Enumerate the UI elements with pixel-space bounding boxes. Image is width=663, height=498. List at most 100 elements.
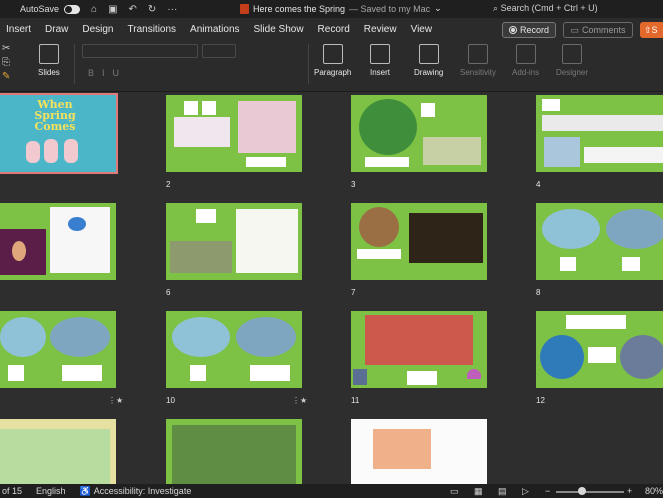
redo-icon[interactable]: ↻	[148, 4, 156, 15]
font-size-dropdown[interactable]	[202, 44, 236, 58]
cloud-card-image	[622, 257, 640, 271]
slideshow-icon[interactable]: ▷	[522, 486, 529, 497]
tab-draw[interactable]: Draw	[45, 24, 68, 35]
slide-number: 4	[536, 180, 541, 189]
search-box[interactable]: ⌕ Search (Cmd + Ctrl + U)	[493, 3, 598, 14]
addins-group[interactable]: Add-ins	[512, 42, 539, 77]
cut-icon[interactable]: ✂	[2, 43, 10, 54]
slide-thumbnail-11[interactable]	[351, 311, 487, 388]
sun-card-image	[8, 365, 24, 381]
drawing-icon	[418, 44, 439, 64]
slide-thumbnail-13[interactable]	[0, 419, 116, 484]
slide-thumbnail-2[interactable]	[166, 95, 302, 172]
slide-count: of 15	[2, 486, 23, 496]
slide-thumbnail-9[interactable]	[0, 311, 116, 388]
card-image	[196, 209, 216, 223]
document-name: Here comes the Spring	[253, 3, 346, 14]
chevron-down-icon: ⌄	[434, 3, 442, 13]
normal-view-icon[interactable]: ▭	[450, 486, 459, 497]
paragraph-label: Paragraph	[314, 68, 352, 77]
tab-animations[interactable]: Animations	[190, 24, 239, 35]
designer-label: Designer	[556, 68, 589, 77]
autosave-toggle[interactable]	[64, 4, 81, 14]
text-note-box	[373, 429, 431, 469]
sensitivity-label: Sensitivity	[460, 68, 497, 77]
insert-label: Insert	[370, 68, 391, 77]
slide-thumbnail-10[interactable]	[166, 311, 302, 388]
zoom-slider-thumb[interactable]	[578, 487, 586, 495]
tab-review[interactable]: Review	[364, 24, 397, 35]
sensitivity-group[interactable]: Sensitivity	[460, 42, 496, 77]
tab-view[interactable]: View	[411, 24, 433, 35]
slide-number: 11	[351, 396, 360, 405]
bulbs-photo	[170, 241, 232, 273]
comments-button[interactable]: ▭ Comments	[563, 22, 633, 38]
zoom-slider[interactable]	[556, 491, 624, 493]
hedgehog-image	[0, 317, 46, 357]
font-name-dropdown[interactable]	[82, 44, 198, 58]
search-icon: ⌕	[493, 3, 499, 13]
symbol-strip-image	[250, 365, 290, 381]
card-image	[202, 101, 216, 115]
soil-layers-image	[359, 207, 399, 247]
sprout-diagram-image	[236, 209, 298, 273]
accessibility-status[interactable]: Accessibility: Investigate	[94, 486, 192, 496]
slide-number: 3	[351, 180, 356, 189]
record-button[interactable]: Record	[502, 22, 556, 38]
flowers-photo	[423, 137, 481, 165]
check-cross-card-image	[407, 371, 437, 385]
hedgehog-image	[542, 209, 600, 249]
slide-sorter-icon[interactable]: ▦	[474, 486, 483, 497]
drawing-group[interactable]: Drawing	[414, 42, 443, 77]
transition-star-icon: ⋮★	[108, 396, 124, 405]
sensitivity-icon	[468, 44, 488, 64]
daffodils-image	[540, 335, 584, 379]
comments-label: Comments	[582, 25, 626, 35]
share-button[interactable]: ⇧ S	[640, 22, 663, 38]
undo-icon[interactable]: ↶	[129, 4, 137, 15]
tab-transitions[interactable]: Transitions	[128, 24, 177, 35]
zoom-in-icon[interactable]: +	[627, 486, 632, 496]
slide-thumbnail-8[interactable]	[536, 203, 663, 280]
home-icon[interactable]: ⌂	[91, 4, 97, 15]
tab-design[interactable]: Design	[82, 24, 113, 35]
slide-thumbnail-5[interactable]	[0, 203, 116, 280]
copy-icon[interactable]: ⎘	[2, 57, 10, 68]
format-painter-icon[interactable]: ✎	[2, 71, 10, 82]
ribbon: ✂ ⎘ ✎ Slides BIU Paragraph Insert Drawin…	[0, 40, 663, 92]
slide-thumbnail-3[interactable]	[351, 95, 487, 172]
symbol-strip-image	[246, 157, 286, 167]
hedgehog-image	[50, 317, 110, 357]
more-icon[interactable]: ···	[167, 4, 177, 15]
autosave-label: AutoSave	[20, 4, 60, 14]
paragraph-icon	[322, 44, 343, 64]
language-status[interactable]: English	[36, 486, 66, 496]
tab-insert[interactable]: Insert	[6, 24, 31, 35]
slide-1-title: When Spring Comes	[34, 98, 76, 133]
hedgehog-image	[606, 209, 663, 249]
save-icon[interactable]: ▣	[108, 4, 117, 15]
slide-thumbnail-6[interactable]	[166, 203, 302, 280]
slide-thumbnail-7[interactable]	[351, 203, 487, 280]
slide-thumbnail-1[interactable]: When Spring Comes	[0, 93, 118, 174]
slide-thumbnail-12[interactable]	[536, 311, 663, 388]
sun-card-image	[560, 257, 576, 271]
insert-group[interactable]: Insert	[370, 42, 390, 77]
text-format-controls[interactable]: BIU	[88, 68, 127, 78]
umbrella-icon	[467, 369, 481, 379]
document-title[interactable]: Here comes the Spring — Saved to my Mac …	[240, 3, 442, 14]
slides-group[interactable]: Slides	[38, 42, 60, 77]
zoom-out-icon[interactable]: −	[545, 486, 550, 496]
blossom-tree-image	[238, 101, 296, 153]
symbol-strip-image	[62, 365, 102, 381]
tab-slide-show[interactable]: Slide Show	[254, 24, 304, 35]
slide-thumbnail-14[interactable]	[166, 419, 302, 484]
designer-group[interactable]: Designer	[556, 42, 588, 77]
zoom-level[interactable]: 80%	[645, 486, 663, 496]
slide-thumbnail-15[interactable]	[351, 419, 487, 484]
slide-thumbnail-4[interactable]	[536, 95, 663, 172]
tab-record[interactable]: Record	[318, 24, 350, 35]
rain-card-image	[353, 369, 367, 385]
reading-view-icon[interactable]: ▤	[498, 486, 507, 497]
paragraph-group[interactable]: Paragraph	[314, 42, 351, 77]
